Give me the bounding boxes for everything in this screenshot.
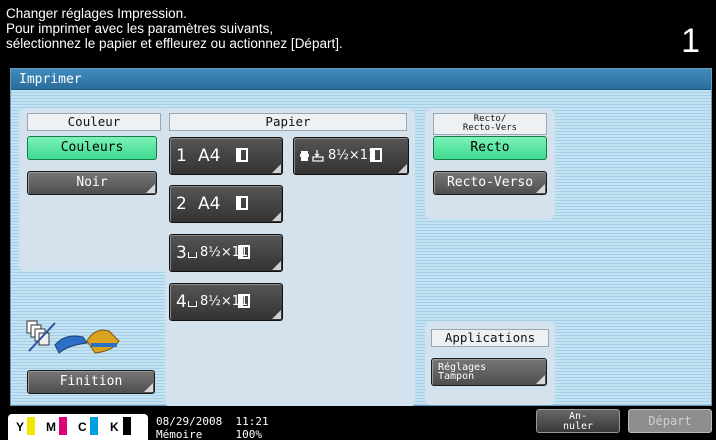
landscape-orientation-icon — [236, 196, 248, 210]
memory-value: 100% — [235, 428, 262, 440]
instruction-line: sélectionnez le papier et effleurez ou a… — [6, 36, 343, 51]
toner-bar-magenta — [59, 417, 67, 435]
panel-title: Imprimer — [11, 69, 711, 90]
tray-number: 1 — [176, 146, 187, 166]
toner-levels: Y M C K — [8, 414, 148, 440]
landscape-orientation-icon — [238, 294, 250, 308]
landscape-orientation-icon — [370, 148, 382, 162]
toner-label-m: M — [46, 420, 56, 434]
tray-3-button[interactable]: 3 8½×11 — [169, 234, 283, 272]
finisher-staple-punch-icon — [26, 320, 120, 354]
noir-button[interactable]: Noir — [27, 171, 157, 195]
instruction-line: Pour imprimer avec les paramètres suivan… — [6, 21, 274, 36]
recto-button[interactable]: Recto — [433, 136, 547, 160]
hand-bypass-icon — [300, 150, 324, 162]
tray-4-button[interactable]: 4 8½×11 — [169, 283, 283, 321]
instruction-header: Changer réglages Impression. Pour imprim… — [0, 0, 716, 66]
date-display: 08/29/2008 — [156, 415, 223, 428]
tray-size: A4 — [198, 146, 221, 166]
recto-verso-title-line: Recto-Vers — [462, 123, 518, 133]
toner-label-c: C — [78, 420, 87, 434]
depart-button[interactable]: Départ — [628, 409, 712, 433]
annuler-label-line: nuler — [562, 421, 594, 432]
instruction-line: Changer réglages Impression. — [6, 6, 187, 21]
annuler-button[interactable]: An- nuler — [536, 409, 620, 433]
instruction-message: Changer réglages Impression. Pour imprim… — [6, 6, 343, 51]
time-display: 11:21 — [235, 415, 269, 428]
toner-label-k: K — [110, 420, 119, 434]
tray-number: 2 — [176, 194, 187, 214]
copy-count: 1 — [681, 22, 700, 60]
memory-label: Mémoire — [156, 428, 203, 440]
landscape-orientation-icon — [238, 245, 250, 259]
toner-bar-yellow — [27, 417, 35, 435]
tray-number: 3 — [176, 243, 187, 263]
papier-title: Papier — [169, 113, 407, 131]
reglages-tampon-button[interactable]: Réglages Tampon — [431, 358, 547, 386]
status-footer: Y M C K 08/29/2008 11:21 Mémoire 100% An… — [0, 406, 716, 440]
bypass-tray-button[interactable]: 8½×11 — [293, 137, 409, 175]
couleur-title: Couleur — [27, 113, 161, 131]
tray-2-button[interactable]: 2 A4 — [169, 185, 283, 223]
recto-verso-button[interactable]: Recto-Verso — [433, 171, 547, 195]
print-settings-panel: Imprimer Couleur Couleurs Noir Papier 1 … — [10, 68, 712, 407]
tray-size: A4 — [198, 194, 221, 214]
tray-number: 4 — [176, 292, 187, 312]
tray-paper-icon — [188, 252, 197, 258]
recto-verso-title: Recto/ Recto-Vers — [433, 113, 547, 135]
status-info: 08/29/2008 11:21 Mémoire 100% — [156, 415, 269, 440]
finition-button[interactable]: Finition — [27, 370, 155, 394]
couleurs-button[interactable]: Couleurs — [27, 136, 157, 160]
toner-label-y: Y — [16, 420, 25, 434]
tray-1-button[interactable]: 1 A4 — [169, 137, 283, 175]
toner-bar-cyan — [90, 417, 98, 435]
tray-paper-icon — [188, 301, 197, 307]
applications-title: Applications — [431, 329, 549, 347]
reglages-tampon-label-line: Tampon — [438, 371, 475, 382]
landscape-orientation-icon — [236, 148, 248, 162]
toner-bar-black — [123, 417, 131, 435]
